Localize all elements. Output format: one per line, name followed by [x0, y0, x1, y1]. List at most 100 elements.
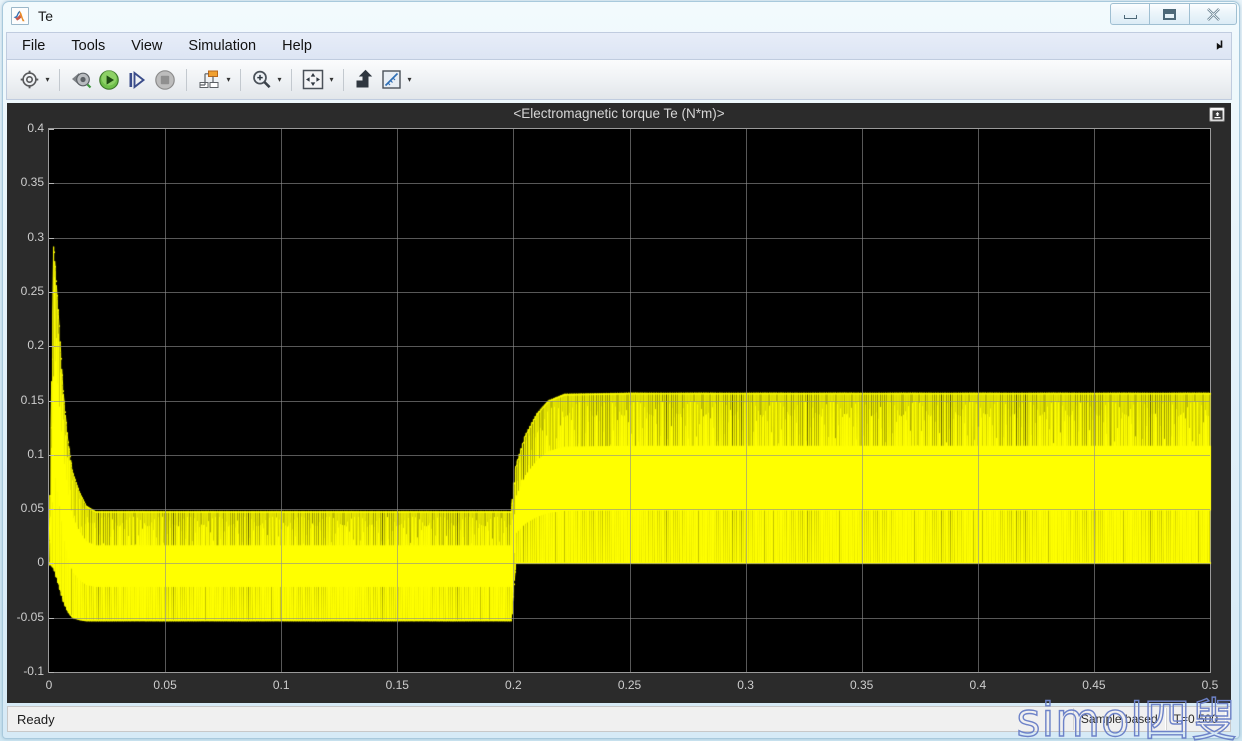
cursor-measurements-button[interactable] [378, 65, 405, 95]
grid-line-horizontal [49, 346, 1210, 347]
gear-icon [20, 70, 39, 89]
matlab-icon [11, 7, 29, 25]
scope-restore-button[interactable] [1209, 107, 1225, 122]
y-tick-mark [49, 618, 54, 619]
grid-line-horizontal [49, 509, 1210, 510]
toolbar-separator [343, 68, 344, 91]
close-icon [1206, 7, 1220, 21]
highlight-block-icon [356, 69, 373, 88]
y-tick-mark [49, 346, 54, 347]
y-tick-mark [49, 672, 54, 673]
status-right-group: Sample based T=0.500 [1072, 708, 1226, 730]
zoom-caret[interactable]: ▾ [275, 67, 284, 93]
x-tick-label: 0.35 [850, 678, 874, 692]
undock-arrow-icon[interactable] [1210, 39, 1224, 53]
toolbar: ▾ ▾ ▾ ▾ ▾ [6, 60, 1232, 100]
grid-line-horizontal [49, 238, 1210, 239]
highlight-signal-button[interactable] [351, 65, 378, 95]
minimize-icon [1123, 14, 1137, 19]
autoscale-caret[interactable]: ▾ [327, 67, 336, 93]
menu-item-help[interactable]: Help [271, 36, 323, 56]
stop-icon [155, 69, 175, 90]
connect-scope-icon [72, 72, 92, 88]
menu-item-view[interactable]: View [120, 36, 173, 56]
y-tick-mark [49, 509, 54, 510]
stop-simulation-button[interactable] [151, 65, 179, 95]
magnifier-plus-icon [253, 70, 271, 89]
x-tick-label: 0 [45, 678, 53, 692]
y-tick-mark [49, 401, 54, 402]
toolbar-separator [186, 68, 187, 91]
y-tick-mark [49, 292, 54, 293]
y-tick-label: -0.05 [16, 609, 44, 624]
grid-line-horizontal [49, 183, 1210, 184]
scope-title: <Electromagnetic torque Te (N*m)> [513, 106, 725, 121]
menu-item-tools[interactable]: Tools [60, 36, 116, 56]
y-tick-label: 0.25 [20, 283, 44, 298]
close-button[interactable] [1190, 3, 1237, 25]
grid-line-horizontal [49, 292, 1210, 293]
run-simulation-button[interactable] [95, 65, 123, 95]
toolbar-separator [59, 68, 60, 91]
grid-line-horizontal [49, 455, 1210, 456]
x-tick-label: 0.1 [272, 678, 290, 692]
cursor-measurements-caret[interactable]: ▾ [405, 67, 414, 93]
y-tick-mark [49, 563, 54, 564]
plot-axes[interactable] [48, 128, 1212, 674]
y-tick-label: 0.05 [20, 501, 44, 516]
minimize-button[interactable] [1110, 3, 1150, 25]
toolbar-separator [240, 68, 241, 91]
y-tick-mark [49, 238, 54, 239]
step-forward-button[interactable] [123, 65, 151, 95]
status-bar: Ready Sample based T=0.500 [7, 706, 1231, 732]
x-tick-label: 0.15 [385, 678, 409, 692]
signal-selection-caret[interactable]: ▾ [224, 67, 233, 93]
signal-hierarchy-icon [199, 70, 219, 88]
y-tick-mark [49, 129, 54, 130]
y-tick-label: -0.1 [23, 664, 44, 678]
restore-icon [1212, 110, 1222, 119]
y-tick-label: 0.35 [20, 175, 44, 190]
x-tick-label: 0.25 [617, 678, 642, 692]
toolbar-separator [291, 68, 292, 91]
x-tick-label: 0.3 [737, 678, 754, 692]
menu-item-simulation[interactable]: Simulation [177, 36, 267, 56]
menu-bar: File Tools View Simulation Help [6, 32, 1232, 60]
y-tick-mark [49, 455, 54, 456]
signal-selection-button[interactable] [194, 65, 224, 95]
x-tick-label: 0.05 [153, 678, 177, 692]
y-tick-label: 0.15 [20, 392, 44, 407]
title-bar: Te [0, 0, 1242, 32]
step-forward-icon [129, 70, 146, 89]
grid-line-horizontal [49, 563, 1210, 564]
y-tick-label: 0.3 [27, 229, 44, 244]
grid-line-horizontal [49, 401, 1210, 402]
status-ready-text: Ready [17, 711, 55, 727]
zoom-button[interactable] [248, 65, 275, 95]
ruler-icon [382, 70, 401, 89]
x-tick-label: 0.4 [969, 678, 987, 692]
scope-window: Te File Tools View Simulation Help ▾ ▾ ▾… [0, 0, 1242, 741]
y-tick-label: 0.1 [27, 446, 44, 461]
maximize-icon [1163, 8, 1176, 20]
y-tick-label: 0.2 [27, 338, 44, 353]
play-icon [99, 69, 119, 90]
configuration-properties-caret[interactable]: ▾ [43, 67, 52, 93]
y-tick-label: 0.4 [27, 121, 44, 135]
x-tick-label: 0.45 [1082, 678, 1106, 692]
autoscale-button[interactable] [299, 65, 327, 95]
status-sample-mode: Sample based [1072, 708, 1166, 730]
window-title: Te [38, 8, 54, 24]
window-controls [1110, 3, 1237, 25]
maximize-button[interactable] [1150, 3, 1190, 25]
status-time: T=0.500 [1165, 708, 1226, 730]
connect-to-target-button[interactable] [67, 65, 95, 95]
x-tick-label: 0.2 [505, 678, 522, 692]
menu-item-file[interactable]: File [11, 36, 56, 56]
autoscale-icon [302, 69, 324, 90]
y-tick-label: 0 [37, 555, 44, 570]
grid-line-horizontal [49, 618, 1210, 619]
y-tick-mark [49, 183, 54, 184]
configuration-properties-button[interactable] [16, 65, 43, 95]
scope-display-panel: <Electromagnetic torque Te (N*m)> 0.4 0.3… [7, 103, 1231, 703]
